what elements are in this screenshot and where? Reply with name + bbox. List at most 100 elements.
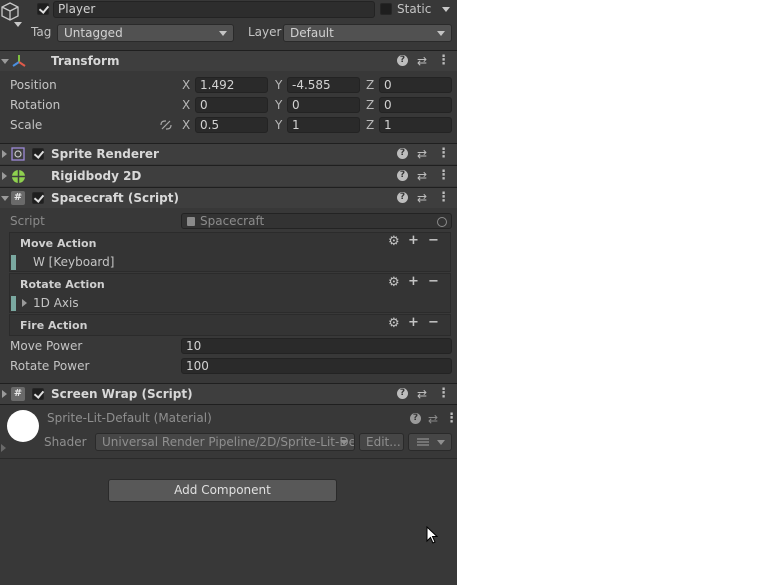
scale-y-value: 1 xyxy=(292,118,300,132)
help-icon[interactable]: ? xyxy=(397,55,408,66)
chevron-down-icon xyxy=(340,440,348,445)
static-dropdown-arrow[interactable] xyxy=(442,7,450,12)
remove-icon[interactable]: − xyxy=(428,233,439,248)
add-binding-icon[interactable]: + xyxy=(408,233,419,248)
foldout-arrow-icon[interactable] xyxy=(22,299,27,307)
rigidbody-icon xyxy=(12,170,25,183)
sprite-renderer-header[interactable]: Sprite Renderer ? ⇄ ⋮ xyxy=(0,143,457,164)
rotation-z-field[interactable]: 0 xyxy=(379,97,452,113)
axis-z-label: Z xyxy=(366,78,375,92)
tag-label: Tag xyxy=(31,25,52,39)
kebab-menu-icon[interactable]: ⋮ xyxy=(437,169,450,183)
rotation-y-value: 0 xyxy=(292,98,300,112)
add-binding-icon[interactable]: + xyxy=(408,274,419,289)
presets-icon[interactable]: ⇄ xyxy=(417,191,427,205)
rotate-power-field[interactable]: 100 xyxy=(181,358,452,374)
screen-wrap-header[interactable]: # Screen Wrap (Script) ? ⇄ ⋮ xyxy=(0,383,457,404)
edit-shader-button[interactable]: Edit... xyxy=(359,433,404,451)
sprite-renderer-header-icons: ? ⇄ ⋮ xyxy=(397,147,450,161)
gear-icon[interactable]: ⚙ xyxy=(388,234,400,249)
axis-y-label: Y xyxy=(275,98,283,112)
static-checkbox[interactable] xyxy=(380,3,392,15)
move-action-icons: ⚙ + − xyxy=(388,233,444,249)
link-broken-icon[interactable] xyxy=(159,119,173,131)
transform-header[interactable]: Transform ? ⇄ ⋮ xyxy=(0,50,457,71)
kebab-menu-icon[interactable]: ⋮ xyxy=(437,387,450,401)
mouse-cursor-icon xyxy=(426,526,438,544)
presets-icon[interactable]: ⇄ xyxy=(417,169,427,183)
position-z-field[interactable]: 0 xyxy=(379,77,452,93)
move-binding-item[interactable]: W [Keyboard] xyxy=(33,255,114,269)
inspector-panel: Player Static Tag Untagged Layer Default… xyxy=(0,0,457,585)
move-power-label: Move Power xyxy=(10,339,83,353)
presets-icon[interactable]: ⇄ xyxy=(417,387,427,401)
rotation-y-field[interactable]: 0 xyxy=(287,97,360,113)
axis-x-label: X xyxy=(182,98,191,112)
help-icon[interactable]: ? xyxy=(397,192,408,203)
foldout-arrow-icon[interactable] xyxy=(2,150,7,158)
presets-icon[interactable]: ⇄ xyxy=(428,412,438,426)
rotation-z-value: 0 xyxy=(384,98,392,112)
sprite-renderer-enabled-checkbox[interactable] xyxy=(32,148,44,160)
transform-header-icons: ? ⇄ ⋮ xyxy=(397,54,450,68)
help-icon[interactable]: ? xyxy=(410,413,421,424)
rotate-binding-item[interactable]: 1D Axis xyxy=(33,296,79,310)
add-component-button[interactable]: Add Component xyxy=(108,479,337,502)
empty-viewport xyxy=(457,0,772,585)
rotate-action-icons: ⚙ + − xyxy=(388,274,444,290)
scale-x-field[interactable]: 0.5 xyxy=(195,117,268,133)
presets-icon[interactable]: ⇄ xyxy=(417,54,427,68)
scale-z-field[interactable]: 1 xyxy=(379,117,452,133)
position-x-value: 1.492 xyxy=(200,78,235,92)
foldout-arrow-icon[interactable] xyxy=(1,59,9,64)
help-icon[interactable]: ? xyxy=(397,388,408,399)
rigidbody-header[interactable]: Rigidbody 2D ? ⇄ ⋮ xyxy=(0,165,457,186)
binding-accent-bar xyxy=(11,296,16,311)
spacecraft-enabled-checkbox[interactable] xyxy=(32,192,44,204)
rotation-x-value: 0 xyxy=(200,98,208,112)
foldout-arrow-icon[interactable] xyxy=(1,196,9,201)
gear-icon[interactable]: ⚙ xyxy=(388,275,400,290)
separator xyxy=(0,404,457,405)
position-y-field[interactable]: -4.585 xyxy=(287,77,360,93)
spacecraft-header[interactable]: # Spacecraft (Script) ? ⇄ ⋮ xyxy=(0,187,457,208)
scale-z-value: 1 xyxy=(384,118,392,132)
material-preview-sphere xyxy=(7,410,39,442)
foldout-arrow-icon[interactable] xyxy=(2,172,7,180)
gear-icon[interactable]: ⚙ xyxy=(388,316,400,331)
screen-wrap-header-icons: ? ⇄ ⋮ xyxy=(397,387,450,401)
help-icon[interactable]: ? xyxy=(397,148,408,159)
kebab-menu-icon[interactable]: ⋮ xyxy=(437,147,450,161)
axis-z-label: Z xyxy=(366,98,375,112)
tag-dropdown[interactable]: Untagged xyxy=(57,24,234,42)
shader-options-dropdown[interactable] xyxy=(408,433,452,451)
spacecraft-title: Spacecraft (Script) xyxy=(51,191,179,205)
presets-icon[interactable]: ⇄ xyxy=(417,147,427,161)
kebab-menu-icon[interactable]: ⋮ xyxy=(437,54,450,68)
object-picker-icon xyxy=(437,217,447,227)
shader-dropdown[interactable]: Universal Render Pipeline/2D/Sprite-Lit-… xyxy=(95,433,355,451)
tag-value: Untagged xyxy=(64,26,123,40)
rotation-x-field[interactable]: 0 xyxy=(195,97,268,113)
position-x-field[interactable]: 1.492 xyxy=(195,77,268,93)
foldout-arrow-icon[interactable] xyxy=(1,444,6,452)
gameobject-name-input[interactable]: Player xyxy=(53,1,375,18)
layer-dropdown[interactable]: Default xyxy=(283,24,452,42)
screen-wrap-enabled-checkbox[interactable] xyxy=(32,388,44,400)
help-icon[interactable]: ? xyxy=(397,170,408,181)
foldout-arrow-icon[interactable] xyxy=(2,390,7,398)
scale-y-field[interactable]: 1 xyxy=(287,117,360,133)
separator xyxy=(0,458,457,459)
layer-label: Layer xyxy=(248,25,282,39)
rigidbody-title: Rigidbody 2D xyxy=(51,169,142,183)
remove-icon[interactable]: − xyxy=(428,274,439,289)
chevron-down-icon xyxy=(437,440,445,445)
add-binding-icon[interactable]: + xyxy=(408,315,419,330)
move-power-field[interactable]: 10 xyxy=(181,338,452,354)
remove-icon[interactable]: − xyxy=(428,315,439,330)
script-file-icon xyxy=(187,217,195,226)
kebab-menu-icon[interactable]: ⋮ xyxy=(445,412,457,426)
icon-dropdown-arrow[interactable] xyxy=(14,22,22,27)
kebab-menu-icon[interactable]: ⋮ xyxy=(437,191,450,205)
active-checkbox[interactable] xyxy=(37,3,49,15)
